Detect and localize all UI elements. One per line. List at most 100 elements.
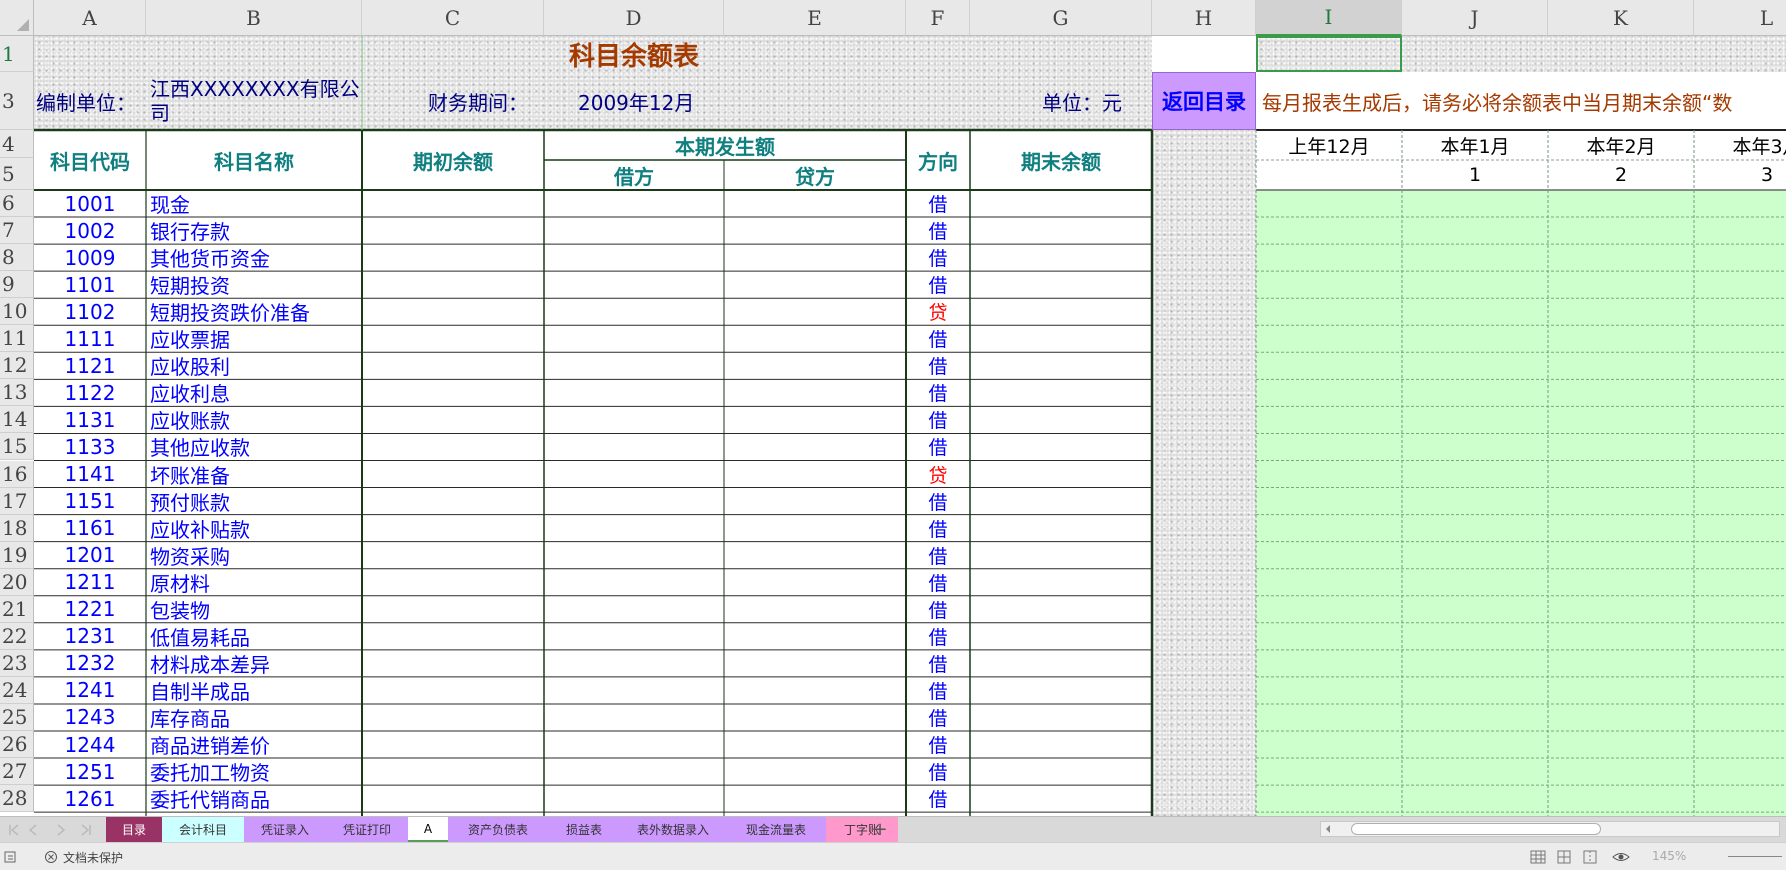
account-name[interactable]: 银行存款 — [146, 217, 362, 244]
return-to-index-button[interactable]: 返回目录 — [1152, 72, 1256, 130]
closing-balance-cell[interactable] — [970, 596, 1152, 623]
row-header-21[interactable]: 21 — [0, 595, 34, 623]
page-break-icon[interactable] — [1582, 849, 1598, 865]
direction-cell[interactable]: 借 — [906, 596, 970, 623]
account-code[interactable]: 1102 — [34, 298, 146, 325]
row-header-15[interactable]: 15 — [0, 433, 34, 461]
row-header-14[interactable]: 14 — [0, 406, 34, 434]
debit-cell[interactable] — [544, 298, 724, 325]
credit-cell[interactable] — [724, 650, 906, 677]
opening-balance-cell[interactable] — [362, 623, 544, 650]
credit-cell[interactable] — [724, 758, 906, 785]
credit-cell[interactable] — [724, 704, 906, 731]
credit-cell[interactable] — [724, 433, 906, 460]
column-header-d[interactable]: D — [544, 0, 724, 36]
account-name[interactable]: 包装物 — [146, 596, 362, 623]
row-header-23[interactable]: 23 — [0, 649, 34, 677]
account-code[interactable]: 1161 — [34, 515, 146, 542]
row-header-11[interactable]: 11 — [0, 325, 34, 353]
credit-cell[interactable] — [724, 731, 906, 758]
account-code[interactable]: 1133 — [34, 433, 146, 460]
column-header-g[interactable]: G — [970, 0, 1152, 36]
direction-cell[interactable]: 借 — [906, 271, 970, 298]
sheet-tab-5[interactable]: 资产负债表 — [448, 817, 548, 842]
credit-cell[interactable] — [724, 623, 906, 650]
closing-balance-cell[interactable] — [970, 785, 1152, 812]
sheet-tab-8[interactable]: 现金流量表 — [726, 817, 826, 842]
opening-balance-cell[interactable] — [362, 298, 544, 325]
selected-cell-i1[interactable] — [1256, 36, 1402, 72]
row-header-13[interactable]: 13 — [0, 379, 34, 407]
closing-balance-cell[interactable] — [970, 569, 1152, 596]
row-header-25[interactable]: 25 — [0, 703, 34, 731]
direction-cell[interactable]: 借 — [906, 623, 970, 650]
account-code[interactable]: 1101 — [34, 271, 146, 298]
debit-cell[interactable] — [544, 704, 724, 731]
row-header-9[interactable]: 9 — [0, 271, 34, 299]
account-code[interactable]: 1001 — [34, 190, 146, 217]
closing-balance-cell[interactable] — [970, 325, 1152, 352]
closing-balance-cell[interactable] — [970, 379, 1152, 406]
account-name[interactable]: 材料成本差异 — [146, 650, 362, 677]
row-header-10[interactable]: 10 — [0, 298, 34, 326]
account-name[interactable]: 委托加工物资 — [146, 758, 362, 785]
row-header-3[interactable]: 3 — [0, 72, 34, 130]
account-name[interactable]: 坏账准备 — [146, 461, 362, 488]
sheet-tab-2[interactable]: 凭证录入 — [244, 817, 326, 842]
credit-cell[interactable] — [724, 217, 906, 244]
credit-cell[interactable] — [724, 488, 906, 515]
column-header-f[interactable]: F — [906, 0, 970, 36]
account-code[interactable]: 1243 — [34, 704, 146, 731]
account-name[interactable]: 低值易耗品 — [146, 623, 362, 650]
row-header-28[interactable]: 28 — [0, 785, 34, 813]
closing-balance-cell[interactable] — [970, 704, 1152, 731]
opening-balance-cell[interactable] — [362, 677, 544, 704]
account-name[interactable]: 应收账款 — [146, 406, 362, 433]
account-name[interactable]: 自制半成品 — [146, 677, 362, 704]
closing-balance-cell[interactable] — [970, 406, 1152, 433]
row-header-20[interactable]: 20 — [0, 568, 34, 596]
spreadsheet-grid[interactable]: ABCDEFGHIJKL 1 3 4 5 6 7 8 9 10 11 12 13 14 15 16 17 18 1… — [0, 0, 1786, 816]
credit-cell[interactable] — [724, 596, 906, 623]
account-name[interactable]: 应收利息 — [146, 379, 362, 406]
account-name[interactable]: 应收票据 — [146, 325, 362, 352]
account-code[interactable]: 1241 — [34, 677, 146, 704]
debit-cell[interactable] — [544, 352, 724, 379]
debit-cell[interactable] — [544, 677, 724, 704]
protection-status[interactable]: 文档未保护 — [63, 849, 123, 866]
row-header-12[interactable]: 12 — [0, 352, 34, 380]
account-name[interactable]: 原材料 — [146, 569, 362, 596]
direction-cell[interactable]: 借 — [906, 731, 970, 758]
page-layout-icon[interactable] — [1556, 849, 1572, 865]
account-code[interactable]: 1211 — [34, 569, 146, 596]
column-header-h[interactable]: H — [1152, 0, 1256, 36]
closing-balance-cell[interactable] — [970, 758, 1152, 785]
credit-cell[interactable] — [724, 406, 906, 433]
debit-cell[interactable] — [544, 785, 724, 812]
row-header-8[interactable]: 8 — [0, 244, 34, 272]
debit-cell[interactable] — [544, 325, 724, 352]
debit-cell[interactable] — [544, 596, 724, 623]
debit-cell[interactable] — [544, 542, 724, 569]
direction-cell[interactable]: 借 — [906, 542, 970, 569]
account-code[interactable]: 1231 — [34, 623, 146, 650]
account-name[interactable]: 现金 — [146, 190, 362, 217]
row-header-4[interactable]: 4 — [0, 130, 34, 158]
opening-balance-cell[interactable] — [362, 596, 544, 623]
closing-balance-cell[interactable] — [970, 488, 1152, 515]
credit-cell[interactable] — [724, 461, 906, 488]
row-header-6[interactable]: 6 — [0, 190, 34, 218]
closing-balance-cell[interactable] — [970, 217, 1152, 244]
debit-cell[interactable] — [544, 569, 724, 596]
account-name[interactable]: 短期投资 — [146, 271, 362, 298]
direction-cell[interactable]: 借 — [906, 650, 970, 677]
closing-balance-cell[interactable] — [970, 515, 1152, 542]
debit-cell[interactable] — [544, 515, 724, 542]
opening-balance-cell[interactable] — [362, 217, 544, 244]
row-header-22[interactable]: 22 — [0, 622, 34, 650]
credit-cell[interactable] — [724, 190, 906, 217]
direction-cell[interactable]: 借 — [906, 677, 970, 704]
closing-balance-cell[interactable] — [970, 433, 1152, 460]
debit-cell[interactable] — [544, 217, 724, 244]
account-code[interactable]: 1201 — [34, 542, 146, 569]
